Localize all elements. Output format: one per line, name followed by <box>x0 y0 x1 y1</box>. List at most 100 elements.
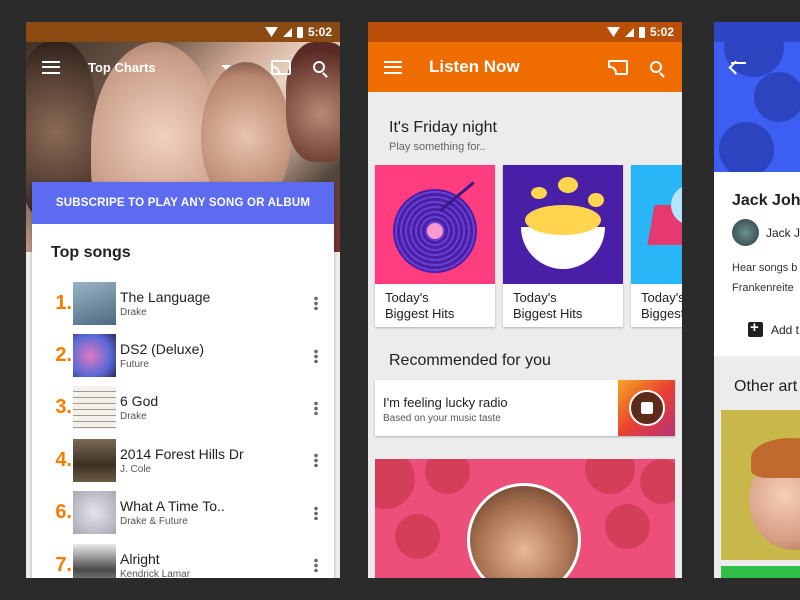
song-title: The Language <box>120 288 211 305</box>
more-icon[interactable] <box>314 296 318 311</box>
more-icon[interactable] <box>314 348 318 363</box>
artist-description: Hear songs b <box>732 262 798 274</box>
toolbar: Top Charts <box>26 42 340 92</box>
status-bar: 5:02 <box>368 22 682 42</box>
dice-icon <box>629 390 665 426</box>
battery-icon <box>638 26 645 38</box>
section-heading: Recommended for you <box>389 352 551 369</box>
lucky-radio-card[interactable]: I'm feeling lucky radio Based on your mu… <box>375 380 675 436</box>
song-title: 6 God <box>120 393 159 410</box>
artist-photo <box>467 483 581 578</box>
artist-name: Jack John <box>732 192 800 209</box>
tile-caption: Biggest Hits <box>641 306 682 321</box>
rank: 2. <box>55 344 72 367</box>
tile-caption: Biggest Hits <box>513 306 583 321</box>
artist-radio-card[interactable] <box>375 459 675 578</box>
vinyl-target-icon <box>375 165 495 284</box>
menu-icon[interactable] <box>42 60 60 74</box>
search-icon[interactable] <box>313 61 325 73</box>
add-label: Add t <box>771 322 800 337</box>
album-art <box>73 491 116 535</box>
avatar <box>732 219 759 246</box>
list-item[interactable]: 7. Alright Kendrick Lamar <box>32 539 334 578</box>
chips-bowl-icon <box>503 165 623 284</box>
other-artist-tile[interactable] <box>721 566 800 578</box>
chevron-down-icon[interactable] <box>221 64 231 70</box>
card-thumbnail <box>618 380 675 436</box>
signal-icon <box>624 27 634 37</box>
search-icon[interactable] <box>650 61 662 73</box>
add-icon <box>748 319 763 337</box>
top-songs-card: SUBSCRIPE TO PLAY ANY SONG OR ALBUM Top … <box>32 182 334 578</box>
song-artist: J. Cole <box>120 463 152 475</box>
tile-caption: Today's <box>385 290 429 305</box>
back-arrow-icon[interactable] <box>731 62 746 64</box>
page-title[interactable]: Top Charts <box>88 60 208 75</box>
more-icon[interactable] <box>314 505 318 520</box>
disco-ball-icon <box>631 165 682 284</box>
other-artist-tile[interactable] <box>721 410 800 560</box>
song-artist: Kendrick Lamar <box>120 568 191 578</box>
section-heading: It's Friday night <box>389 119 497 136</box>
list-item[interactable]: 2. DS2 (Deluxe) Future <box>32 329 334 381</box>
more-icon[interactable] <box>314 400 318 415</box>
song-list: 1. The Language Drake 2. DS2 (Deluxe) Futu… <box>32 277 334 578</box>
song-title: Alright <box>120 550 160 567</box>
more-icon[interactable] <box>314 558 318 573</box>
list-item[interactable]: 1. The Language Drake <box>32 277 334 329</box>
status-bar: 5:02 <box>26 22 340 42</box>
status-time: 5:02 <box>307 25 332 39</box>
top-charts-screen: 5:02 Top Charts SUBSCRIPE TO PLAY ANY SO… <box>26 22 340 578</box>
playlist-tile[interactable]: Today'sBiggest Hits <box>375 165 495 327</box>
album-art <box>73 543 116 578</box>
album-art <box>73 386 116 430</box>
playlist-carousel: Today's Biggest Hits Today's Biggest Hits … <box>375 165 682 327</box>
artist-header <box>714 22 800 172</box>
status-time: 5:02 <box>649 25 674 39</box>
rank: 7. <box>55 553 72 576</box>
page-title: Listen Now <box>429 57 520 76</box>
artist-screen: Jack John Jack J Hear songs b Frankenreit… <box>714 22 800 578</box>
card-subtitle: Based on your music taste <box>383 413 501 424</box>
artist-info-card: Jack John Jack J Hear songs b Frankenreit… <box>714 172 800 356</box>
toolbar: Listen Now <box>368 42 682 92</box>
tile-caption: Today's <box>641 290 682 305</box>
cast-icon[interactable] <box>608 59 628 75</box>
song-artist: Future <box>120 359 149 371</box>
artist-description: Frankenreite <box>732 282 794 294</box>
rank: 6. <box>55 501 72 524</box>
menu-icon[interactable] <box>384 60 402 74</box>
status-bar <box>714 22 800 42</box>
album-art <box>73 334 116 378</box>
more-icon[interactable] <box>314 453 318 468</box>
rank: 3. <box>55 396 72 419</box>
battery-icon <box>296 26 303 38</box>
rank: 4. <box>55 448 72 471</box>
list-item[interactable]: 3. 6 God Drake <box>32 382 334 434</box>
cast-icon[interactable] <box>271 59 291 75</box>
playlist-tile[interactable]: Today'sBiggest Hits <box>631 165 682 327</box>
tile-caption: Today's <box>513 290 557 305</box>
signal-icon <box>282 27 292 37</box>
album-art <box>73 281 116 325</box>
section-subheading: Play something for.. <box>389 141 486 153</box>
section-title: Top songs <box>51 244 131 261</box>
subscribe-button[interactable]: SUBSCRIPE TO PLAY ANY SONG OR ALBUM <box>32 182 334 224</box>
card-title: I'm feeling lucky radio <box>383 395 508 410</box>
section-heading: Other art <box>734 378 798 395</box>
album-art <box>73 438 116 482</box>
list-item[interactable]: 4. 2014 Forest Hills Dr J. Cole <box>32 434 334 486</box>
song-title: What A Time To.. <box>120 498 225 515</box>
song-artist: Drake <box>120 306 147 318</box>
listen-now-screen: 5:02 Listen Now It's Friday night Play s… <box>368 22 682 578</box>
wifi-icon <box>264 27 278 37</box>
tile-caption: Biggest Hits <box>385 306 455 321</box>
song-title: DS2 (Deluxe) <box>120 341 205 358</box>
add-button[interactable]: Add t <box>748 319 800 337</box>
rank: 1. <box>55 291 72 314</box>
list-item[interactable]: 6. What A Time To.. Drake & Future <box>32 487 334 539</box>
playlist-tile[interactable]: Today'sBiggest Hits <box>503 165 623 327</box>
song-artist: Drake <box>120 411 147 423</box>
wifi-icon <box>606 27 620 37</box>
song-title: 2014 Forest Hills Dr <box>120 445 244 462</box>
